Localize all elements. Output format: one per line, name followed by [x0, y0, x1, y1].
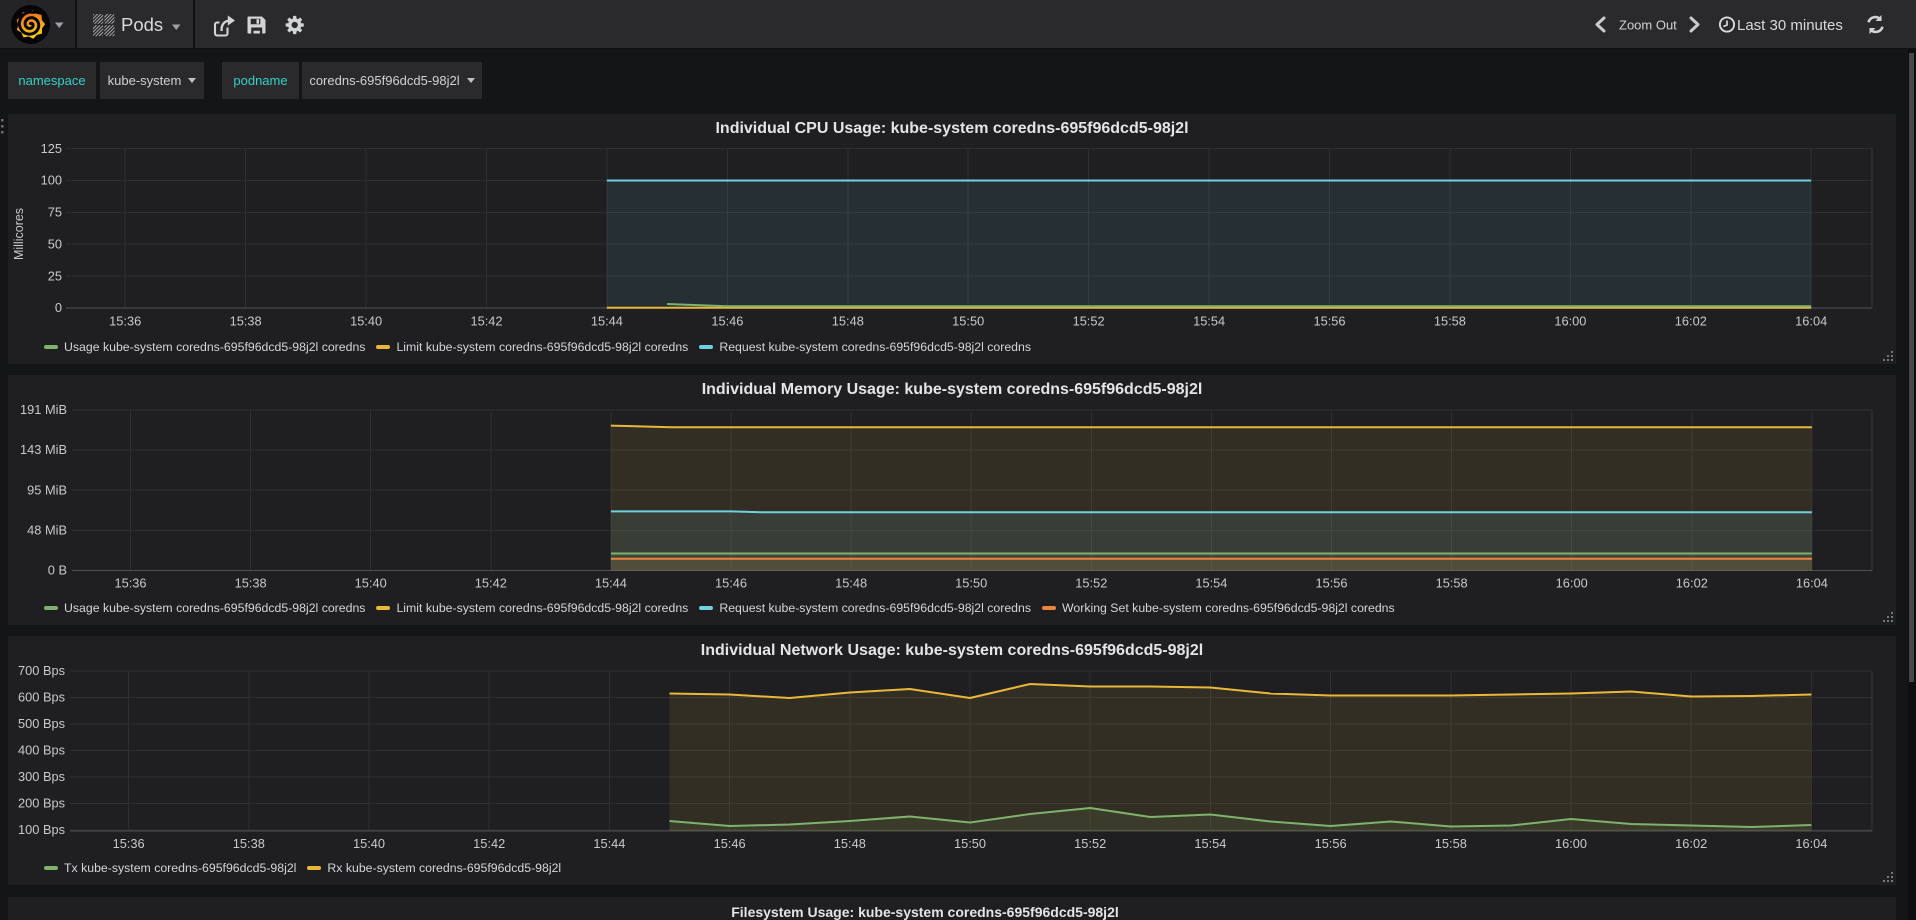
svg-text:15:40: 15:40 — [353, 836, 385, 851]
svg-text:15:38: 15:38 — [230, 314, 262, 329]
svg-text:15:50: 15:50 — [954, 836, 986, 851]
svg-text:16:02: 16:02 — [1675, 836, 1707, 851]
svg-text:16:02: 16:02 — [1675, 314, 1707, 329]
svg-text:15:56: 15:56 — [1313, 314, 1345, 329]
svg-text:300 Bps: 300 Bps — [18, 769, 65, 784]
svg-text:48 MiB: 48 MiB — [27, 523, 67, 538]
svg-text:15:46: 15:46 — [715, 576, 747, 591]
svg-text:16:04: 16:04 — [1795, 836, 1827, 851]
svg-text:16:02: 16:02 — [1676, 576, 1708, 591]
svg-text:15:38: 15:38 — [233, 836, 265, 851]
svg-text:15:50: 15:50 — [952, 314, 984, 329]
svg-text:200 Bps: 200 Bps — [18, 796, 65, 811]
svg-text:15:36: 15:36 — [114, 576, 146, 591]
svg-text:15:54: 15:54 — [1194, 836, 1226, 851]
svg-text:15:54: 15:54 — [1195, 576, 1227, 591]
svg-text:15:44: 15:44 — [591, 314, 623, 329]
svg-text:15:44: 15:44 — [595, 576, 627, 591]
svg-text:15:36: 15:36 — [109, 314, 141, 329]
svg-text:50: 50 — [48, 236, 62, 251]
svg-text:16:04: 16:04 — [1795, 314, 1827, 329]
svg-text:75: 75 — [48, 205, 62, 220]
svg-text:125: 125 — [41, 141, 62, 156]
svg-text:600 Bps: 600 Bps — [18, 690, 65, 705]
svg-text:15:58: 15:58 — [1434, 314, 1466, 329]
svg-text:100: 100 — [41, 173, 62, 188]
svg-text:15:56: 15:56 — [1315, 576, 1347, 591]
svg-text:15:54: 15:54 — [1193, 314, 1225, 329]
svg-text:95 MiB: 95 MiB — [27, 482, 67, 497]
svg-text:15:42: 15:42 — [475, 576, 507, 591]
svg-text:15:48: 15:48 — [834, 836, 866, 851]
svg-text:16:00: 16:00 — [1554, 314, 1586, 329]
svg-text:15:52: 15:52 — [1074, 836, 1106, 851]
svg-text:15:46: 15:46 — [711, 314, 743, 329]
svg-text:15:50: 15:50 — [955, 576, 987, 591]
svg-text:15:40: 15:40 — [350, 314, 382, 329]
svg-text:15:42: 15:42 — [473, 836, 505, 851]
svg-text:15:44: 15:44 — [593, 836, 625, 851]
svg-text:Millicores: Millicores — [12, 208, 26, 260]
svg-text:Last 30 minutes: Last 30 minutes — [1737, 17, 1843, 34]
svg-text:16:00: 16:00 — [1556, 576, 1588, 591]
svg-text:400 Bps: 400 Bps — [18, 743, 65, 758]
svg-text:15:42: 15:42 — [470, 314, 502, 329]
svg-text:0: 0 — [55, 300, 62, 315]
svg-text:Pods: Pods — [121, 14, 163, 35]
svg-text:15:52: 15:52 — [1075, 576, 1107, 591]
svg-text:15:58: 15:58 — [1435, 836, 1467, 851]
svg-text:25: 25 — [48, 268, 62, 283]
svg-text:0 B: 0 B — [48, 563, 67, 578]
svg-text:15:48: 15:48 — [832, 314, 864, 329]
svg-text:143 MiB: 143 MiB — [20, 442, 67, 457]
svg-text:15:58: 15:58 — [1436, 576, 1468, 591]
svg-text:16:04: 16:04 — [1796, 576, 1828, 591]
svg-text:15:46: 15:46 — [714, 836, 746, 851]
svg-text:500 Bps: 500 Bps — [18, 716, 65, 731]
svg-text:15:52: 15:52 — [1073, 314, 1105, 329]
svg-text:15:40: 15:40 — [355, 576, 387, 591]
svg-text:15:36: 15:36 — [113, 836, 145, 851]
svg-text:100 Bps: 100 Bps — [18, 822, 65, 837]
svg-text:15:48: 15:48 — [835, 576, 867, 591]
svg-text:15:56: 15:56 — [1315, 836, 1347, 851]
svg-text:15:38: 15:38 — [235, 576, 267, 591]
svg-text:700 Bps: 700 Bps — [18, 663, 65, 678]
svg-text:191 MiB: 191 MiB — [20, 402, 67, 417]
svg-text:Zoom Out: Zoom Out — [1619, 18, 1677, 33]
svg-text:16:00: 16:00 — [1555, 836, 1587, 851]
